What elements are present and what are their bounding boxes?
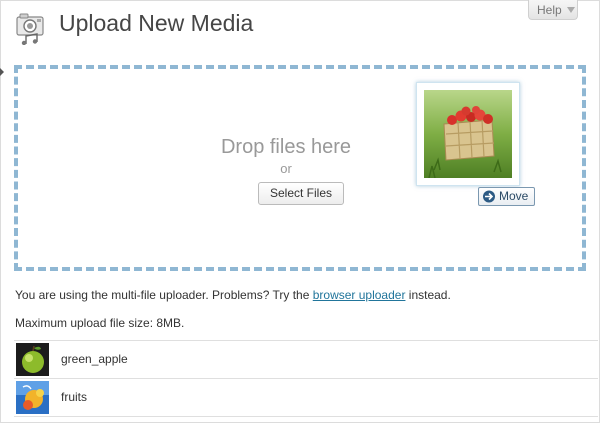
uploaded-media-list: green_apple fruits [14, 340, 598, 417]
page-title: Upload New Media [59, 10, 254, 36]
help-tab-button[interactable]: Help [528, 0, 578, 20]
collapse-arrow-icon[interactable] [0, 68, 4, 76]
help-label: Help [537, 3, 562, 17]
media-filename: fruits [61, 390, 88, 404]
notice-prefix: You are using the multi-file uploader. P… [15, 288, 313, 302]
media-item[interactable]: fruits [14, 378, 598, 417]
notice-suffix: instead. [405, 288, 451, 302]
dragged-image-thumbnail[interactable] [416, 82, 520, 186]
max-upload-size: Maximum upload file size: 8MB. [15, 316, 185, 330]
move-label: Move [499, 189, 529, 203]
fruits-thumbnail [16, 381, 49, 414]
strawberry-basket-image [424, 90, 512, 179]
media-library-icon [16, 13, 44, 45]
uploader-notice: You are using the multi-file uploader. P… [15, 288, 451, 302]
move-tooltip: Move [478, 187, 535, 206]
select-files-button[interactable]: Select Files [258, 182, 344, 205]
arrow-right-icon [483, 190, 495, 203]
media-item[interactable]: green_apple [14, 340, 598, 378]
browser-uploader-link[interactable]: browser uploader [313, 288, 406, 302]
green-apple-thumbnail [16, 343, 49, 376]
media-filename: green_apple [61, 352, 128, 366]
chevron-down-icon [567, 7, 575, 13]
